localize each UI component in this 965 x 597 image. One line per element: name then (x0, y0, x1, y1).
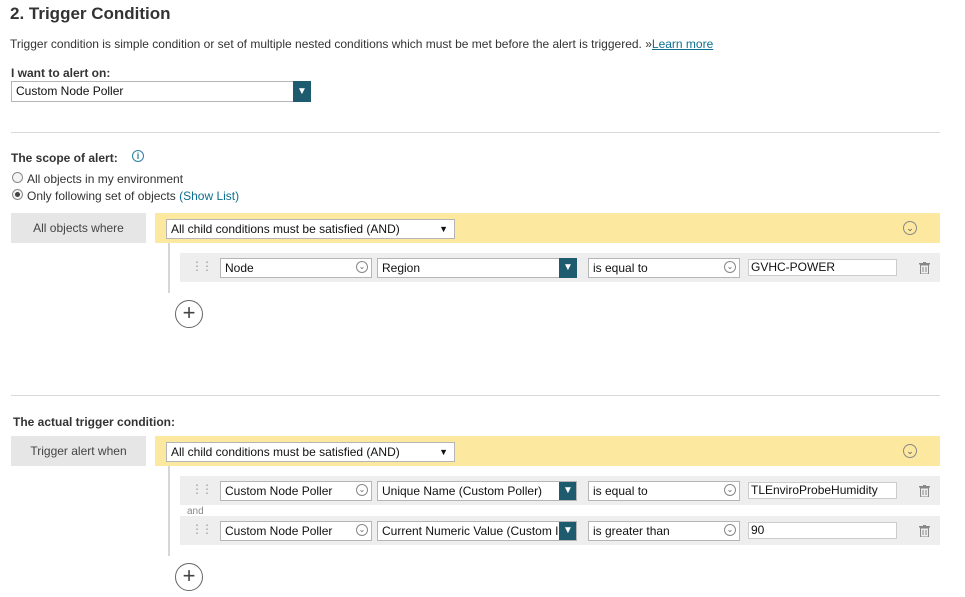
scope-group-label: All objects where (11, 213, 146, 243)
scope-group-operator-value: All child conditions must be satisfied (… (171, 222, 400, 236)
alert-on-select[interactable]: Custom Node Poller ▼ (11, 81, 311, 102)
chevron-down-icon: ▼ (559, 258, 577, 278)
trigger-operator-select[interactable]: is greater than ⌄ (588, 521, 740, 541)
trigger-object-select[interactable]: Custom Node Poller ⌄ (220, 481, 372, 501)
trigger-value-input[interactable]: TLEnviroProbeHumidity (748, 482, 897, 499)
add-condition-button[interactable]: + (175, 300, 203, 328)
chevron-down-icon: ▼ (559, 482, 576, 500)
chevron-down-icon: ⌄ (356, 524, 368, 536)
trash-icon[interactable] (919, 525, 930, 537)
trigger-group-label: Trigger alert when (11, 436, 146, 466)
collapse-chevron-icon[interactable]: ⌄ (903, 444, 917, 458)
tree-line (168, 243, 170, 293)
scope-all-radio[interactable] (12, 172, 23, 183)
triangle-down-icon: ▼ (439, 447, 448, 457)
scope-operator-select[interactable]: is equal to ⌄ (588, 258, 740, 278)
triangle-down-icon: ▼ (439, 224, 448, 234)
trash-icon[interactable] (919, 262, 930, 274)
scope-object-value: Node (225, 261, 254, 275)
chevron-down-icon: ▼ (293, 81, 311, 102)
trigger-field-select[interactable]: Current Numeric Value (Custom I ▼ (377, 521, 577, 541)
section-title: 2. Trigger Condition (10, 4, 171, 23)
scope-following-label: Only following set of objects (27, 189, 176, 203)
trigger-field-select[interactable]: Unique Name (Custom Poller) ▼ (377, 481, 577, 501)
info-icon[interactable]: i (132, 150, 144, 162)
scope-following-text: Only following set of objects (Show List… (27, 189, 239, 203)
trigger-operator-value: is greater than (593, 524, 670, 538)
scope-value-input[interactable]: GVHC-POWER (748, 259, 897, 276)
trigger-value-input[interactable]: 90 (748, 522, 897, 539)
trigger-operator-value: is equal to (593, 484, 648, 498)
drag-handle-icon[interactable]: ⋮⋮ (191, 523, 213, 535)
scope-following-radio[interactable] (12, 189, 23, 200)
chevron-down-icon: ⌄ (724, 484, 736, 496)
chevron-down-icon: ⌄ (724, 261, 736, 273)
divider (11, 395, 940, 396)
scope-field-select[interactable]: Region ▼ (377, 258, 577, 278)
add-condition-button[interactable]: + (175, 563, 203, 591)
trigger-field-value: Unique Name (Custom Poller) (382, 484, 543, 498)
trigger-object-value: Custom Node Poller (225, 524, 333, 538)
trigger-group-operator-select[interactable]: All child conditions must be satisfied (… (166, 442, 455, 462)
show-list-link[interactable]: (Show List) (179, 189, 239, 203)
learn-more-link[interactable]: Learn more (652, 37, 713, 51)
drag-handle-icon[interactable]: ⋮⋮ (191, 483, 213, 495)
scope-all-label: All objects in my environment (27, 172, 184, 186)
trigger-object-select[interactable]: Custom Node Poller ⌄ (220, 521, 372, 541)
trigger-operator-select[interactable]: is equal to ⌄ (588, 481, 740, 501)
collapse-chevron-icon[interactable]: ⌄ (903, 221, 917, 235)
trigger-field-value: Current Numeric Value (Custom I (382, 524, 559, 538)
scope-label: The scope of alert: (11, 151, 118, 165)
trigger-group-operator-value: All child conditions must be satisfied (… (171, 445, 400, 459)
scope-group-operator-select[interactable]: All child conditions must be satisfied (… (166, 219, 455, 239)
chevron-down-icon: ▼ (559, 522, 576, 540)
trigger-label: The actual trigger condition: (13, 415, 176, 429)
section-description: Trigger condition is simple condition or… (10, 37, 713, 51)
chevron-down-icon: ⌄ (356, 261, 368, 273)
drag-handle-icon[interactable]: ⋮⋮ (191, 260, 213, 272)
alert-on-value: Custom Node Poller (16, 84, 124, 98)
scope-operator-value: is equal to (593, 261, 648, 275)
scope-object-select[interactable]: Node ⌄ (220, 258, 372, 278)
trigger-object-value: Custom Node Poller (225, 484, 333, 498)
divider (11, 132, 940, 133)
chevron-down-icon: ⌄ (356, 484, 368, 496)
chevron-down-icon: ⌄ (724, 524, 736, 536)
scope-field-value: Region (382, 261, 421, 275)
description-text: Trigger condition is simple condition or… (10, 37, 652, 51)
alert-on-label: I want to alert on: (11, 66, 111, 80)
tree-line (168, 466, 170, 556)
trash-icon[interactable] (919, 485, 930, 497)
